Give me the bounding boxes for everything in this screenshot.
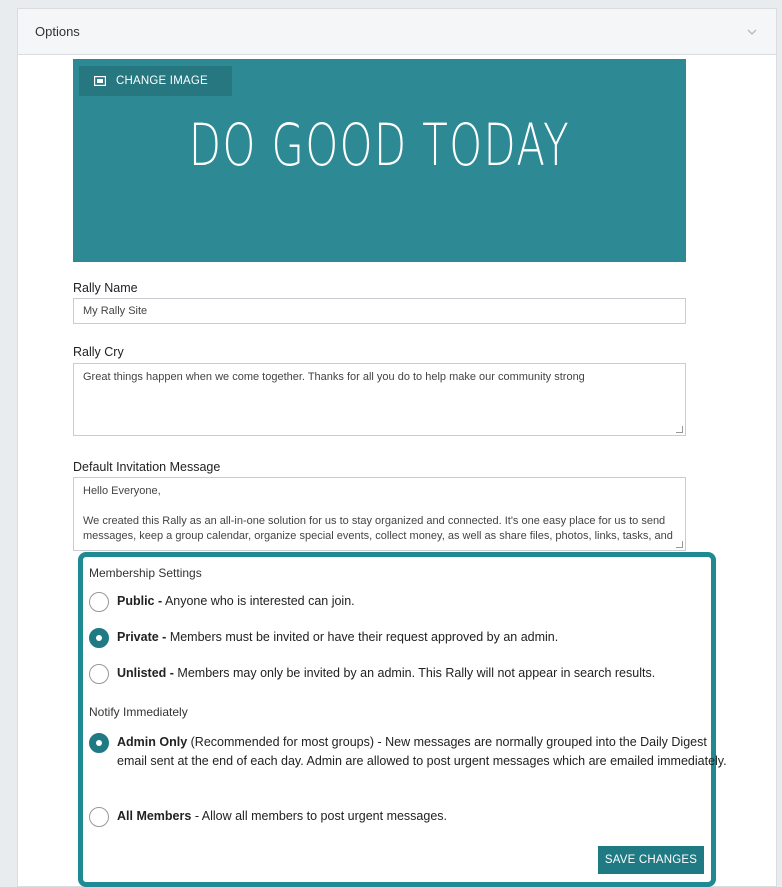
change-image-button[interactable]: CHANGE IMAGE — [79, 66, 232, 96]
save-changes-button[interactable]: SAVE CHANGES — [598, 846, 704, 874]
radio-private[interactable] — [89, 628, 109, 648]
resize-handle-icon[interactable] — [676, 426, 683, 433]
notify-option-all-members[interactable]: All Members - Allow all members to post … — [89, 807, 727, 827]
rally-name-label: Rally Name — [73, 281, 138, 295]
radio-all-members[interactable] — [89, 807, 109, 827]
option-strong: Private - — [117, 630, 167, 644]
option-text: Public - Anyone who is interested can jo… — [117, 592, 727, 611]
option-description: Members must be invited or have their re… — [166, 630, 559, 644]
change-image-label: CHANGE IMAGE — [116, 75, 208, 87]
option-strong: Admin Only — [117, 735, 188, 749]
banner-image: CHANGE IMAGE DO GOOD TODAY — [73, 59, 686, 262]
notify-option-admin-only[interactable]: Admin Only (Recommended for most groups)… — [89, 733, 727, 771]
image-icon — [94, 76, 106, 86]
option-description: Members may only be invited by an admin.… — [173, 666, 656, 680]
membership-option-public[interactable]: Public - Anyone who is interested can jo… — [89, 592, 727, 612]
notify-immediately-title: Notify Immediately — [89, 705, 188, 719]
panel-title: Options — [35, 24, 80, 39]
option-text: All Members - Allow all members to post … — [117, 807, 727, 826]
option-strong: All Members — [117, 809, 192, 823]
invitation-label: Default Invitation Message — [73, 460, 221, 474]
option-description: (Recommended for most groups) - New mess… — [117, 735, 727, 768]
rally-cry-label: Rally Cry — [73, 345, 124, 359]
option-description: Anyone who is interested can join. — [162, 594, 355, 608]
invitation-text: Hello Everyone, We created this Rally as… — [83, 485, 673, 542]
invitation-textarea[interactable]: Hello Everyone, We created this Rally as… — [73, 477, 686, 551]
rally-cry-textarea[interactable]: Great things happen when we come togethe… — [73, 363, 686, 436]
radio-unlisted[interactable] — [89, 664, 109, 684]
option-strong: Public - — [117, 594, 163, 608]
radio-public[interactable] — [89, 592, 109, 612]
membership-settings-title: Membership Settings — [89, 566, 202, 580]
membership-option-private[interactable]: Private - Members must be invited or hav… — [89, 628, 727, 648]
rally-cry-text: Great things happen when we come togethe… — [83, 371, 585, 383]
membership-option-unlisted[interactable]: Unlisted - Members may only be invited b… — [89, 664, 727, 684]
resize-handle-icon[interactable] — [676, 541, 683, 548]
radio-admin-only[interactable] — [89, 733, 109, 753]
options-panel-header[interactable]: Options — [18, 9, 776, 55]
option-text: Private - Members must be invited or hav… — [117, 628, 727, 647]
chevron-down-icon[interactable] — [745, 25, 759, 39]
rally-name-field[interactable] — [73, 298, 686, 324]
option-text: Unlisted - Members may only be invited b… — [117, 664, 727, 683]
option-description: - Allow all members to post urgent messa… — [191, 809, 448, 823]
option-strong: Unlisted - — [117, 666, 174, 680]
banner-headline: DO GOOD TODAY — [188, 111, 571, 179]
option-text: Admin Only (Recommended for most groups)… — [117, 733, 727, 771]
